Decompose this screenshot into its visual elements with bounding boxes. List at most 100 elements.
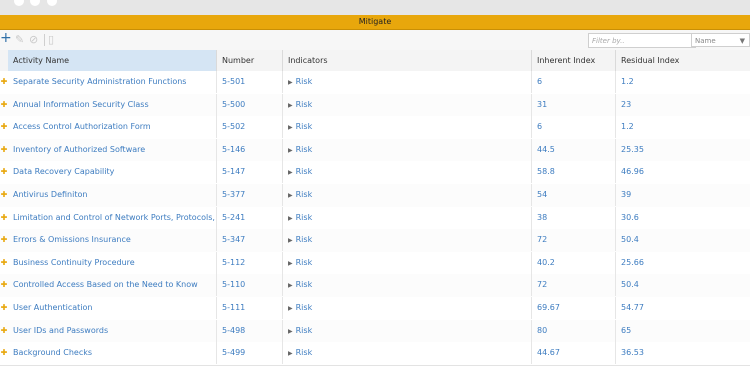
expand-triangle-icon[interactable]: ▶	[288, 124, 293, 131]
indicators-cell[interactable]: ▶ Risk	[283, 229, 532, 252]
risk-indicator-link[interactable]: Risk	[296, 258, 313, 267]
residual-index-value: 23	[621, 99, 632, 109]
table-row[interactable]: ✚ Annual Information Security Class 5-500 ▶…	[0, 93, 750, 118]
table-row[interactable]: ✚ Access Control Authorization Form 5-502 ▶…	[0, 116, 750, 140]
activity-name-link[interactable]: User Authentication	[8, 297, 217, 319]
activity-name-link[interactable]: Inventory of Authorized Software	[8, 138, 217, 161]
column-header-activity-name[interactable]: Activity Name	[8, 50, 217, 71]
filter-input[interactable]	[588, 33, 696, 48]
activity-name-link[interactable]: Data Recovery Capability	[8, 161, 217, 184]
indicators-cell[interactable]: ▶ Risk	[283, 116, 532, 139]
chevron-down-icon: ▼	[739, 37, 745, 45]
activity-name-link[interactable]: Controlled Access Based on the Need to K…	[8, 274, 217, 297]
indicators-cell[interactable]: ▶ Risk	[283, 274, 532, 297]
indicators-cell[interactable]: ▶ Risk	[283, 319, 532, 342]
pin-icon[interactable]: ✚	[0, 274, 8, 296]
indicators-cell[interactable]: ▶ Risk	[283, 161, 532, 184]
activity-name-link[interactable]: Access Control Authorization Form	[8, 116, 217, 139]
pin-icon[interactable]: ✚	[0, 207, 8, 229]
activity-name-link[interactable]: Errors & Omissions Insurance	[8, 229, 217, 252]
expand-triangle-icon[interactable]: ▶	[288, 305, 293, 312]
column-header-residual-index[interactable]: Residual Index	[616, 50, 750, 71]
risk-indicator-link[interactable]: Risk	[296, 280, 313, 289]
table-row[interactable]: ✚ Separate Security Administration Functi…	[0, 71, 750, 95]
window-minimize-dot[interactable]	[30, 0, 40, 6]
risk-indicator-link[interactable]: Risk	[296, 190, 313, 199]
table-row[interactable]: ✚ Data Recovery Capability 5-147 ▶ Risk 58.8 4…	[0, 161, 750, 185]
risk-indicator-link[interactable]: Risk	[296, 213, 313, 222]
risk-indicator-link[interactable]: Risk	[296, 348, 313, 357]
expand-triangle-icon[interactable]: ▶	[288, 215, 293, 222]
table-row[interactable]: ✚ Business Continuity Procedure 5-112 ▶ Risk…	[0, 251, 750, 276]
pin-icon[interactable]: ✚	[0, 320, 8, 342]
expand-triangle-icon[interactable]: ▶	[288, 192, 293, 199]
inherent-index-value: 40.2	[532, 251, 616, 274]
activity-name-link[interactable]: Antivirus Definiton	[8, 184, 217, 206]
risk-indicator-link[interactable]: Risk	[296, 122, 313, 131]
residual-index-value: 54.77	[621, 303, 644, 312]
pin-icon[interactable]: ✚	[0, 116, 8, 138]
activity-name-link[interactable]: Background Checks	[8, 342, 217, 365]
pin-icon[interactable]: ✚	[0, 161, 8, 183]
risk-indicator-link[interactable]: Risk	[296, 235, 313, 244]
activity-name-link[interactable]: Limitation and Control of Network Ports,…	[8, 206, 217, 229]
indicators-cell[interactable]: ▶ Risk	[283, 138, 532, 161]
risk-indicator-link[interactable]: Risk	[296, 326, 313, 335]
filter-field-value: Name	[695, 37, 716, 45]
pin-icon[interactable]: ✚	[0, 94, 8, 116]
pin-icon[interactable]: ✚	[0, 184, 8, 206]
tag-icon[interactable]: ⊘	[29, 33, 38, 47]
expand-triangle-icon[interactable]: ▶	[288, 237, 293, 244]
filter-field-select[interactable]: Name ▼	[691, 33, 750, 47]
risk-indicator-link[interactable]: Risk	[296, 167, 313, 176]
table-row[interactable]: ✚ Limitation and Control of Network Ports…	[0, 206, 750, 231]
indicators-cell[interactable]: ▶ Risk	[283, 297, 532, 319]
expand-triangle-icon[interactable]: ▶	[288, 260, 293, 267]
pin-icon[interactable]: ✚	[0, 229, 8, 251]
table-row[interactable]: ✚ User IDs and Passwords 5-498 ▶ Risk 80 65	[0, 319, 750, 344]
window-zoom-dot[interactable]	[47, 0, 57, 6]
expand-triangle-icon[interactable]: ▶	[288, 350, 293, 357]
indicators-cell[interactable]: ▶ Risk	[283, 342, 532, 365]
inherent-index-value: 54	[532, 184, 616, 206]
indicators-cell[interactable]: ▶ Risk	[283, 251, 532, 274]
plus-icon[interactable]: +	[0, 31, 12, 45]
expand-triangle-icon[interactable]: ▶	[288, 147, 293, 154]
pin-icon[interactable]: ✚	[0, 252, 8, 274]
table-row[interactable]: ✚ Background Checks 5-499 ▶ Risk 44.67 36.53	[0, 342, 750, 366]
indicators-cell[interactable]: ▶ Risk	[283, 71, 532, 93]
pin-icon[interactable]: ✚	[0, 342, 8, 364]
table-row[interactable]: ✚ Inventory of Authorized Software 5-146 ▶ R…	[0, 138, 750, 163]
indicators-cell[interactable]: ▶ Risk	[283, 206, 532, 229]
page-title: Mitigate	[0, 15, 750, 30]
pencil-icon[interactable]: ✎	[15, 33, 24, 47]
window-close-dot[interactable]	[14, 0, 24, 6]
table-row[interactable]: ✚ Controlled Access Based on the Need to …	[0, 274, 750, 298]
table-row[interactable]: ✚ Errors & Omissions Insurance 5-347 ▶ Risk 7…	[0, 229, 750, 253]
column-header-number[interactable]: Number	[217, 50, 283, 71]
indicators-cell[interactable]: ▶ Risk	[283, 93, 532, 116]
column-header-indicators[interactable]: Indicators	[283, 50, 532, 71]
table-row[interactable]: ✚ Antivirus Definiton 5-377 ▶ Risk 54 39	[0, 184, 750, 208]
expand-triangle-icon[interactable]: ▶	[288, 169, 293, 176]
trash-icon[interactable]: ▯	[48, 33, 54, 47]
expand-triangle-icon[interactable]: ▶	[288, 79, 293, 86]
risk-indicator-link[interactable]: Risk	[296, 100, 313, 109]
pin-icon[interactable]: ✚	[0, 71, 8, 93]
pin-icon[interactable]: ✚	[0, 297, 8, 319]
pin-icon[interactable]: ✚	[0, 139, 8, 161]
risk-indicator-link[interactable]: Risk	[296, 77, 313, 86]
activity-name-link[interactable]: Business Continuity Procedure	[8, 251, 217, 274]
table-row[interactable]: ✚ User Authentication 5-111 ▶ Risk 69.67 54.77	[0, 297, 750, 321]
activity-name-link[interactable]: Annual Information Security Class	[8, 93, 217, 116]
risk-indicator-link[interactable]: Risk	[296, 145, 313, 154]
activity-name-link[interactable]: Separate Security Administration Functio…	[8, 71, 217, 93]
indicators-cell[interactable]: ▶ Risk	[283, 184, 532, 206]
expand-triangle-icon[interactable]: ▶	[288, 328, 293, 335]
activity-name-link[interactable]: User IDs and Passwords	[8, 319, 217, 342]
expand-triangle-icon[interactable]: ▶	[288, 102, 293, 109]
risk-indicator-link[interactable]: Risk	[296, 303, 313, 312]
expand-triangle-icon[interactable]: ▶	[288, 282, 293, 289]
inherent-index-value: 31	[532, 93, 616, 116]
column-header-inherent-index[interactable]: Inherent Index	[532, 50, 616, 71]
